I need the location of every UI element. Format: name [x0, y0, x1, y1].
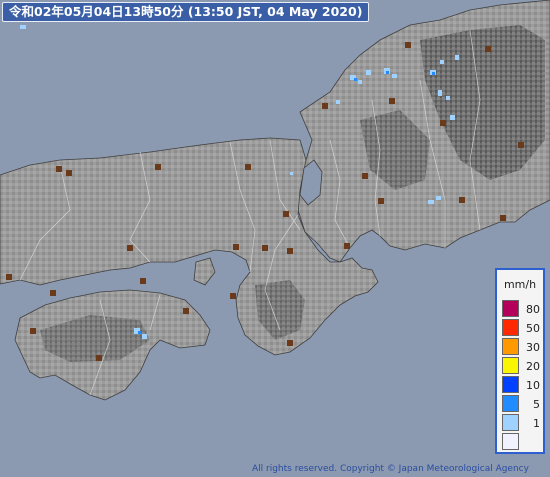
legend-row: 30	[502, 338, 542, 356]
legend-swatch	[502, 376, 519, 393]
legend-swatch	[502, 338, 519, 355]
legend-row: 1	[502, 414, 542, 432]
legend-label: 80	[526, 303, 540, 316]
legend-swatch	[502, 319, 519, 336]
legend-swatch	[502, 433, 519, 450]
legend-label: 30	[526, 341, 540, 354]
legend-label: 50	[526, 322, 540, 335]
legend-row: 5	[502, 395, 542, 413]
legend-row: 50	[502, 319, 542, 337]
legend-swatch	[502, 300, 519, 317]
legend-row: 10	[502, 376, 542, 394]
legend-row: 80	[502, 300, 542, 318]
precipitation-legend: mm/h 80 50 30 20 10 5 1	[495, 268, 545, 454]
observation-time-title: 令和02年05月04日13時50分 (13:50 JST, 04 May 202…	[2, 2, 370, 22]
legend-unit: mm/h	[503, 278, 537, 291]
copyright-notice: All rights reserved. Copyright © Japan M…	[252, 464, 529, 474]
legend-label: 5	[533, 398, 540, 411]
legend-label: 1	[533, 417, 540, 430]
legend-swatch	[502, 357, 519, 374]
legend-swatch	[502, 414, 519, 431]
radar-map	[0, 0, 550, 401]
legend-swatch	[502, 395, 519, 412]
legend-label: 20	[526, 360, 540, 373]
legend-row	[502, 433, 542, 451]
legend-label: 10	[526, 379, 540, 392]
land	[0, 0, 550, 401]
legend-row: 20	[502, 357, 542, 375]
